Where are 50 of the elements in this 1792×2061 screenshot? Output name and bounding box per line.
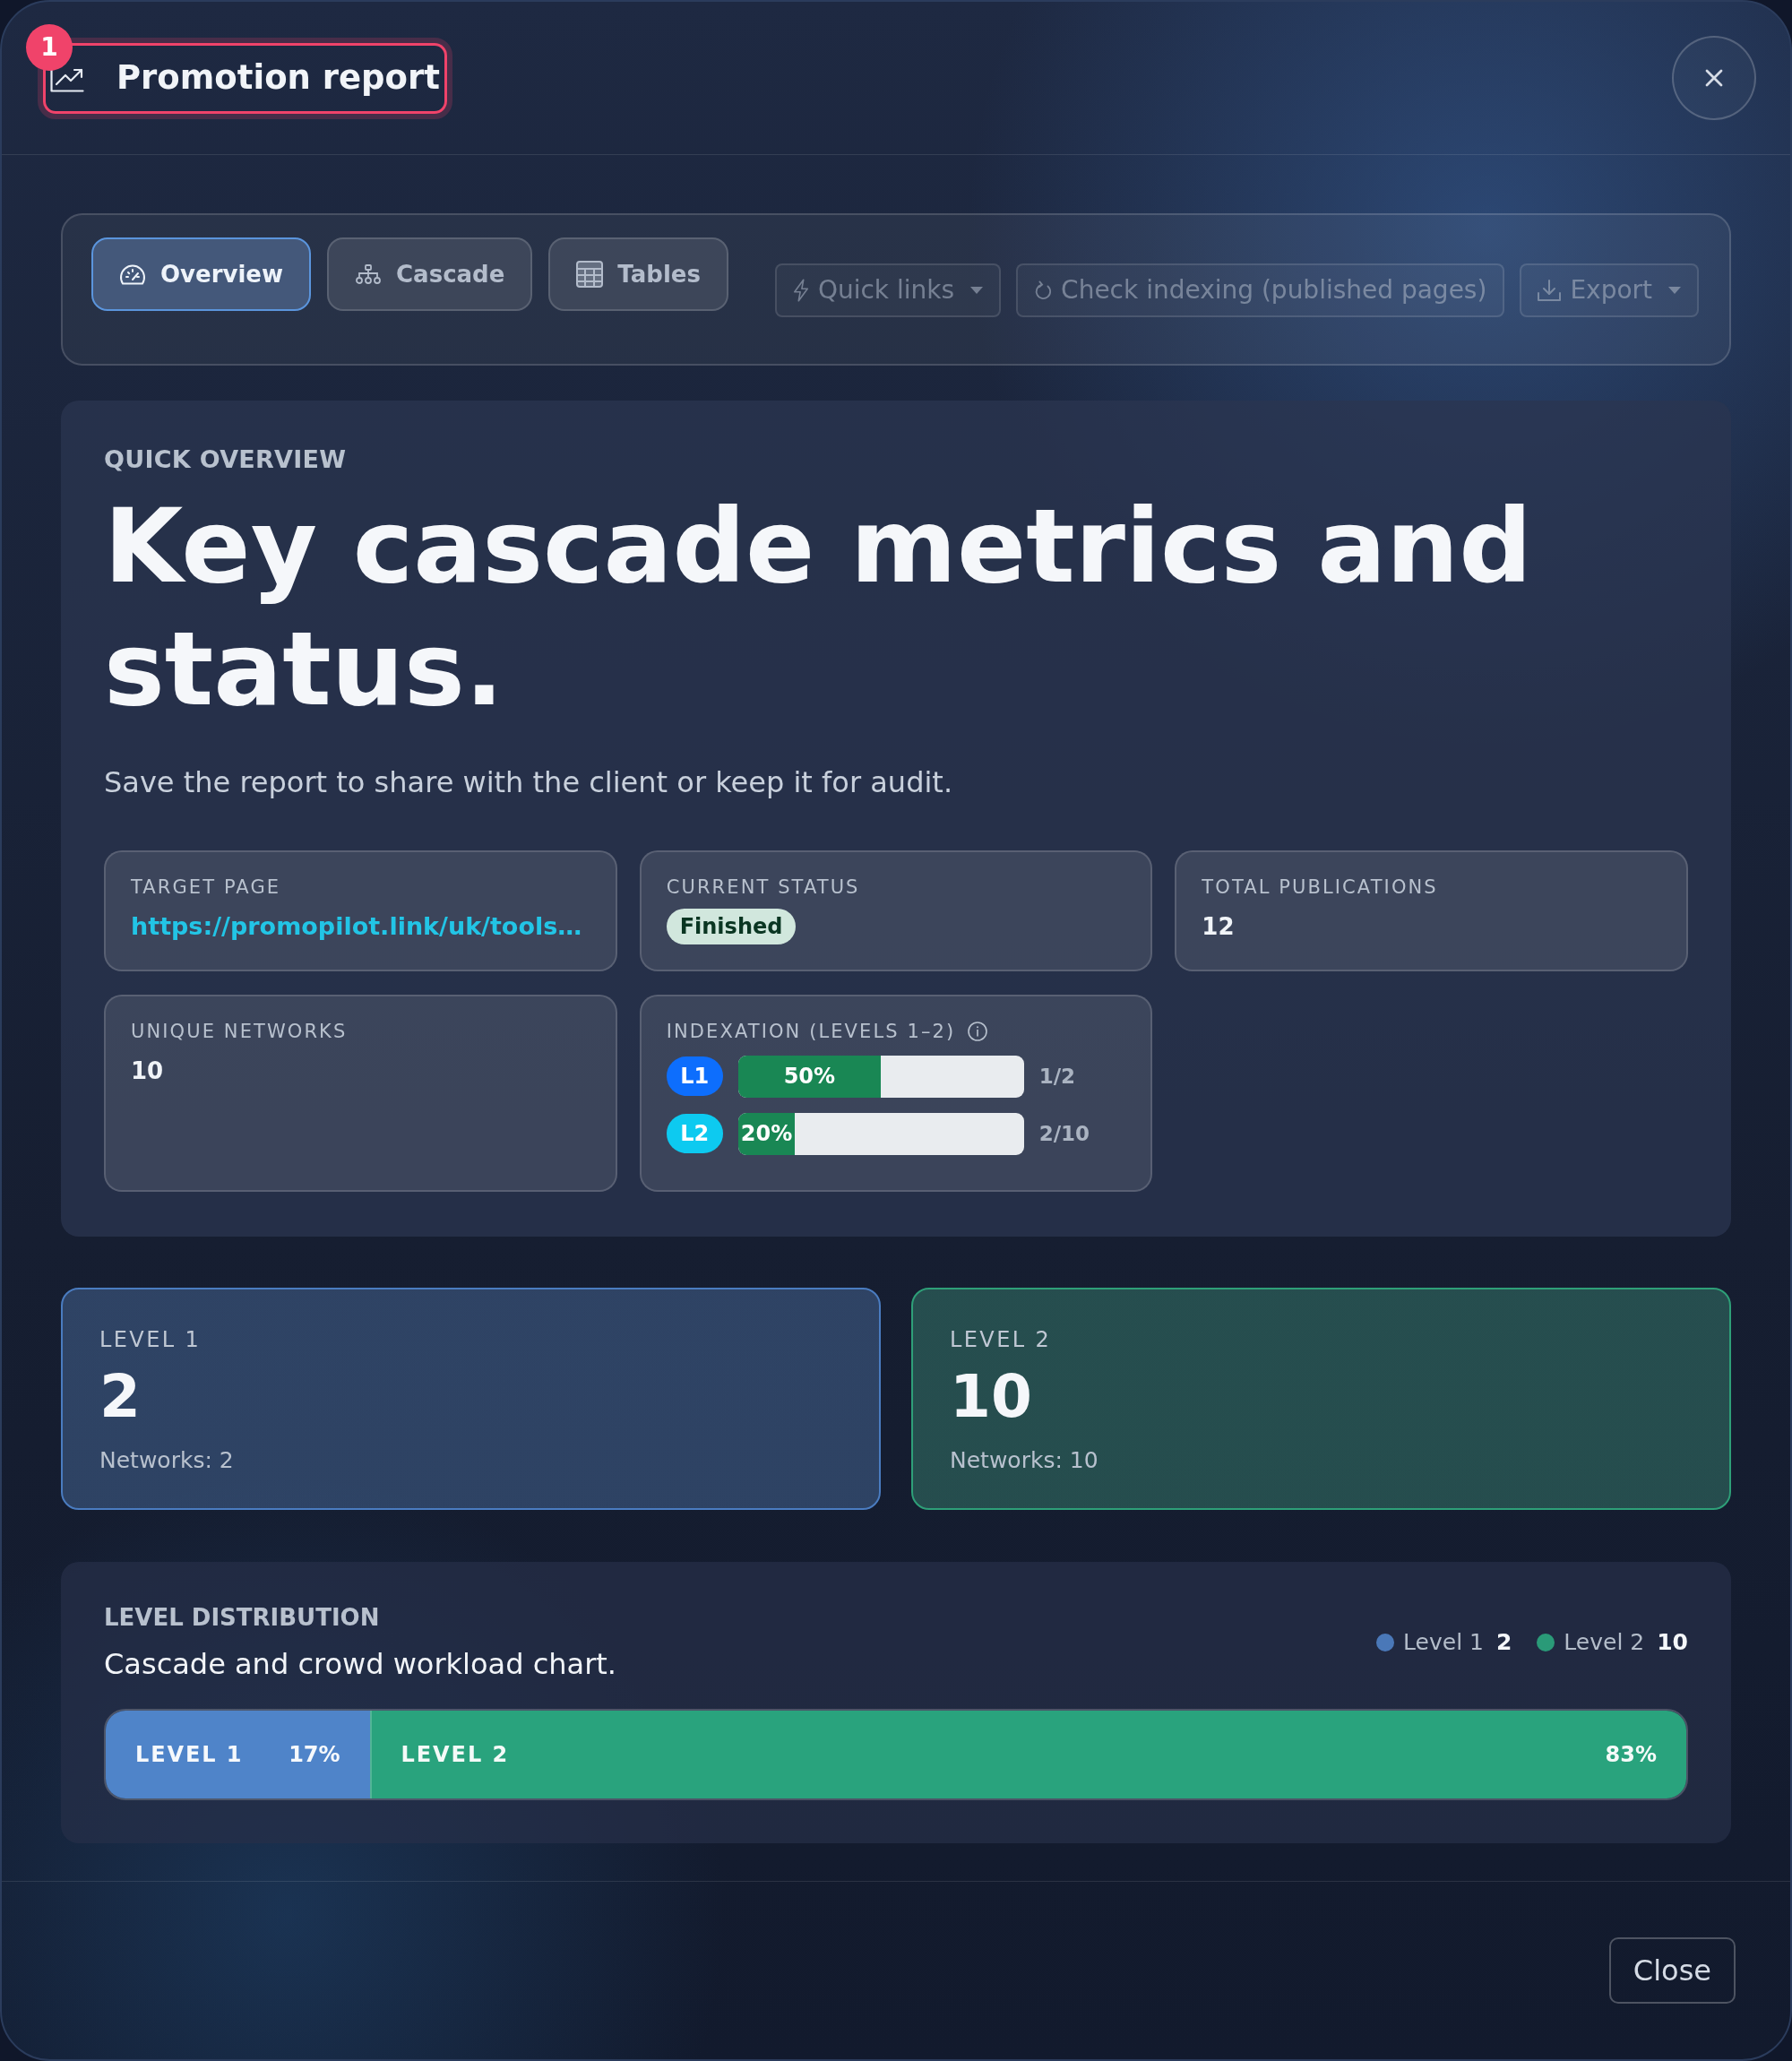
info-icon xyxy=(968,1021,988,1041)
level-networks: Networks: 2 xyxy=(99,1446,234,1475)
stat-label: UNIQUE NETWORKS xyxy=(131,1019,348,1044)
refresh-icon xyxy=(1034,280,1053,300)
section-eyebrow: QUICK OVERVIEW xyxy=(104,444,348,475)
window-title: Promotion report xyxy=(116,57,440,99)
level-count: 2 xyxy=(99,1367,141,1427)
stat-label: TARGET PAGE xyxy=(131,875,281,900)
hierarchy-icon xyxy=(355,264,383,284)
stat-value: 10 xyxy=(131,1056,164,1086)
legend-count: 2 xyxy=(1495,1628,1512,1658)
legend-count: 10 xyxy=(1657,1628,1688,1658)
tab[interactable]: Overview xyxy=(91,237,312,311)
stat-label: TOTAL PUBLICATIONS xyxy=(1202,875,1438,900)
stat-label: CURRENT STATUS xyxy=(666,875,860,900)
progress-fill: 20% xyxy=(737,1112,796,1155)
level-label: LEVEL 2 xyxy=(950,1326,1052,1353)
section-description: Save the report to share with the client or keep it for audit. xyxy=(104,763,954,801)
legend-label: Level 2 xyxy=(1564,1628,1645,1658)
level-label: LEVEL 1 xyxy=(99,1326,202,1353)
status-badge: Finished xyxy=(666,908,797,944)
lightning-icon xyxy=(792,279,809,302)
caret-icon xyxy=(1668,287,1682,294)
annotation-badge: 1 xyxy=(26,23,73,71)
legend-label: Level 1 xyxy=(1403,1628,1484,1658)
stat-value: 12 xyxy=(1202,911,1235,942)
tab[interactable]: Tables xyxy=(548,237,728,311)
stat-label: INDEXATION (LEVELS 1–2) xyxy=(666,1019,956,1044)
table-icon xyxy=(576,261,604,288)
target-page-link[interactable]: https://promopilot.link/uk/tools… xyxy=(131,910,582,942)
level-count: 10 xyxy=(950,1367,1032,1427)
progress-reading: 1/2 xyxy=(1038,1063,1076,1090)
segment-percent: 83% xyxy=(1605,1741,1657,1769)
gauge-icon xyxy=(119,263,146,285)
level-networks: Networks: 10 xyxy=(950,1446,1098,1475)
caret-icon xyxy=(970,287,984,294)
close-button[interactable]: Close xyxy=(1608,1937,1736,2004)
progress-fill: 50% xyxy=(737,1055,882,1098)
download-icon xyxy=(1538,280,1562,301)
tab[interactable]: Cascade xyxy=(327,237,533,311)
segment-label: LEVEL 2 xyxy=(401,1741,510,1769)
section-eyebrow: LEVEL DISTRIBUTION xyxy=(104,1603,380,1632)
segment-percent: 17% xyxy=(289,1741,340,1769)
section-heading: Key cascade metrics and status. xyxy=(104,486,1533,730)
level-badge: L1 xyxy=(666,1056,723,1097)
progress-reading: 2/10 xyxy=(1038,1120,1090,1147)
segment-label: LEVEL 1 xyxy=(135,1741,244,1769)
level-badge: L2 xyxy=(666,1114,723,1154)
close-icon xyxy=(1705,69,1723,87)
section-description: Cascade and crowd workload chart. xyxy=(104,1646,616,1682)
